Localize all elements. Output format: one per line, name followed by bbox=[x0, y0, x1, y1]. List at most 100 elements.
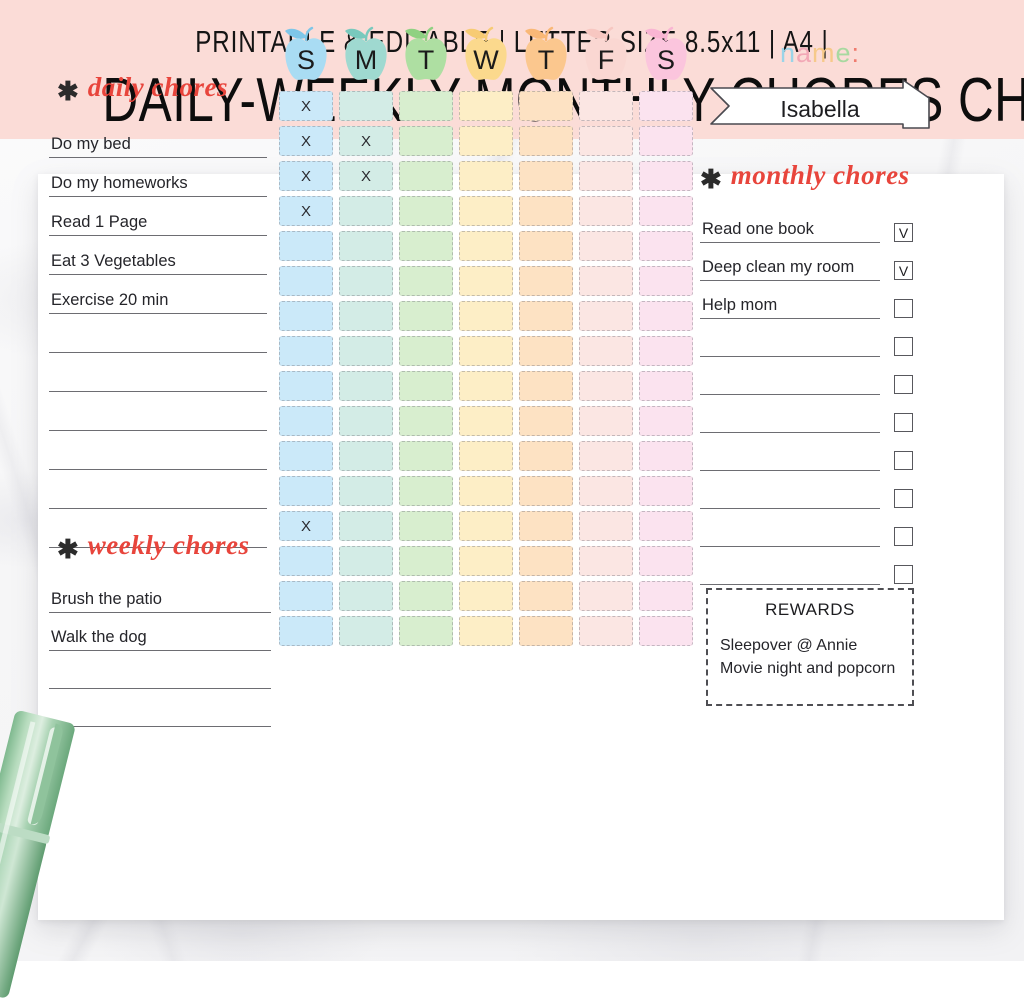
grid-cell[interactable] bbox=[579, 406, 633, 436]
grid-cell[interactable] bbox=[639, 406, 693, 436]
monthly-chore-line[interactable] bbox=[700, 433, 880, 471]
grid-cell[interactable] bbox=[519, 91, 573, 121]
grid-cell[interactable] bbox=[579, 371, 633, 401]
monthly-chore-line[interactable]: Read one book bbox=[700, 205, 880, 243]
name-value[interactable]: Isabella bbox=[707, 78, 933, 134]
grid-cell[interactable] bbox=[579, 196, 633, 226]
chore-line[interactable]: Eat 3 Vegetables bbox=[49, 236, 267, 275]
grid-cell[interactable] bbox=[399, 441, 453, 471]
grid-cell[interactable] bbox=[579, 581, 633, 611]
grid-cell[interactable] bbox=[399, 231, 453, 261]
grid-cell[interactable]: X bbox=[279, 511, 333, 541]
grid-cell[interactable]: X bbox=[279, 91, 333, 121]
grid-cell[interactable] bbox=[519, 546, 573, 576]
grid-cell[interactable] bbox=[399, 91, 453, 121]
grid-cell[interactable] bbox=[399, 406, 453, 436]
monthly-checkbox[interactable] bbox=[894, 565, 913, 584]
chore-line[interactable] bbox=[49, 470, 267, 509]
grid-cell[interactable]: X bbox=[339, 161, 393, 191]
grid-cell[interactable] bbox=[279, 371, 333, 401]
grid-cell[interactable] bbox=[579, 91, 633, 121]
grid-cell[interactable] bbox=[339, 266, 393, 296]
grid-cell[interactable] bbox=[579, 511, 633, 541]
grid-cell[interactable] bbox=[459, 91, 513, 121]
grid-cell[interactable] bbox=[279, 266, 333, 296]
grid-cell[interactable] bbox=[339, 336, 393, 366]
grid-cell[interactable] bbox=[459, 441, 513, 471]
monthly-checkbox[interactable] bbox=[894, 337, 913, 356]
grid-cell[interactable] bbox=[639, 441, 693, 471]
grid-cell[interactable] bbox=[459, 406, 513, 436]
grid-cell[interactable] bbox=[339, 581, 393, 611]
grid-cell[interactable] bbox=[279, 616, 333, 646]
grid-cell[interactable]: X bbox=[339, 126, 393, 156]
grid-cell[interactable] bbox=[279, 581, 333, 611]
grid-cell[interactable] bbox=[579, 546, 633, 576]
grid-cell[interactable] bbox=[519, 616, 573, 646]
grid-cell[interactable] bbox=[279, 441, 333, 471]
grid-cell[interactable] bbox=[519, 371, 573, 401]
grid-cell[interactable] bbox=[459, 476, 513, 506]
grid-cell[interactable] bbox=[579, 616, 633, 646]
grid-cell[interactable] bbox=[579, 336, 633, 366]
monthly-checkbox[interactable] bbox=[894, 299, 913, 318]
grid-cell[interactable] bbox=[579, 231, 633, 261]
grid-cell[interactable] bbox=[519, 336, 573, 366]
reward-item[interactable]: Movie night and popcorn bbox=[720, 657, 900, 680]
grid-cell[interactable] bbox=[399, 126, 453, 156]
grid-cell[interactable] bbox=[519, 231, 573, 261]
monthly-chore-line[interactable] bbox=[700, 509, 880, 547]
grid-cell[interactable] bbox=[399, 546, 453, 576]
grid-cell[interactable] bbox=[459, 511, 513, 541]
grid-cell[interactable] bbox=[279, 231, 333, 261]
grid-cell[interactable] bbox=[279, 301, 333, 331]
grid-cell[interactable] bbox=[519, 126, 573, 156]
grid-cell[interactable] bbox=[399, 476, 453, 506]
grid-cell[interactable] bbox=[279, 336, 333, 366]
chore-line[interactable]: Do my homeworks bbox=[49, 158, 267, 197]
grid-cell[interactable] bbox=[339, 371, 393, 401]
grid-cell[interactable] bbox=[579, 126, 633, 156]
monthly-checkbox[interactable] bbox=[894, 375, 913, 394]
chore-line[interactable] bbox=[49, 314, 267, 353]
monthly-checkbox[interactable] bbox=[894, 413, 913, 432]
grid-cell[interactable] bbox=[339, 441, 393, 471]
reward-item[interactable]: Sleepover @ Annie bbox=[720, 634, 900, 657]
grid-cell[interactable] bbox=[399, 511, 453, 541]
grid-cell[interactable] bbox=[399, 581, 453, 611]
chore-line[interactable] bbox=[49, 651, 271, 689]
grid-cell[interactable] bbox=[279, 406, 333, 436]
grid-cell[interactable] bbox=[339, 476, 393, 506]
monthly-checkbox[interactable] bbox=[894, 527, 913, 546]
grid-cell[interactable] bbox=[579, 476, 633, 506]
grid-cell[interactable] bbox=[639, 616, 693, 646]
grid-cell[interactable] bbox=[639, 581, 693, 611]
monthly-chore-line[interactable]: Help mom bbox=[700, 281, 880, 319]
grid-cell[interactable] bbox=[639, 266, 693, 296]
grid-cell[interactable] bbox=[459, 546, 513, 576]
grid-cell[interactable] bbox=[519, 301, 573, 331]
monthly-checkbox[interactable]: V bbox=[894, 223, 913, 242]
grid-cell[interactable] bbox=[399, 161, 453, 191]
grid-cell[interactable] bbox=[399, 301, 453, 331]
grid-cell[interactable] bbox=[339, 196, 393, 226]
grid-cell[interactable] bbox=[579, 301, 633, 331]
grid-cell[interactable] bbox=[399, 266, 453, 296]
grid-cell[interactable] bbox=[519, 161, 573, 191]
grid-cell[interactable] bbox=[399, 196, 453, 226]
grid-cell[interactable] bbox=[639, 546, 693, 576]
grid-cell[interactable] bbox=[339, 616, 393, 646]
grid-cell[interactable] bbox=[639, 371, 693, 401]
grid-cell[interactable] bbox=[639, 161, 693, 191]
monthly-chore-line[interactable]: Deep clean my room bbox=[700, 243, 880, 281]
grid-cell[interactable] bbox=[339, 406, 393, 436]
monthly-chore-line[interactable] bbox=[700, 471, 880, 509]
grid-cell[interactable] bbox=[279, 546, 333, 576]
grid-cell[interactable] bbox=[339, 91, 393, 121]
grid-cell[interactable] bbox=[459, 161, 513, 191]
grid-cell[interactable] bbox=[459, 616, 513, 646]
grid-cell[interactable] bbox=[639, 91, 693, 121]
grid-cell[interactable] bbox=[579, 161, 633, 191]
monthly-chore-line[interactable] bbox=[700, 395, 880, 433]
chore-line[interactable]: Do my bed bbox=[49, 119, 267, 158]
